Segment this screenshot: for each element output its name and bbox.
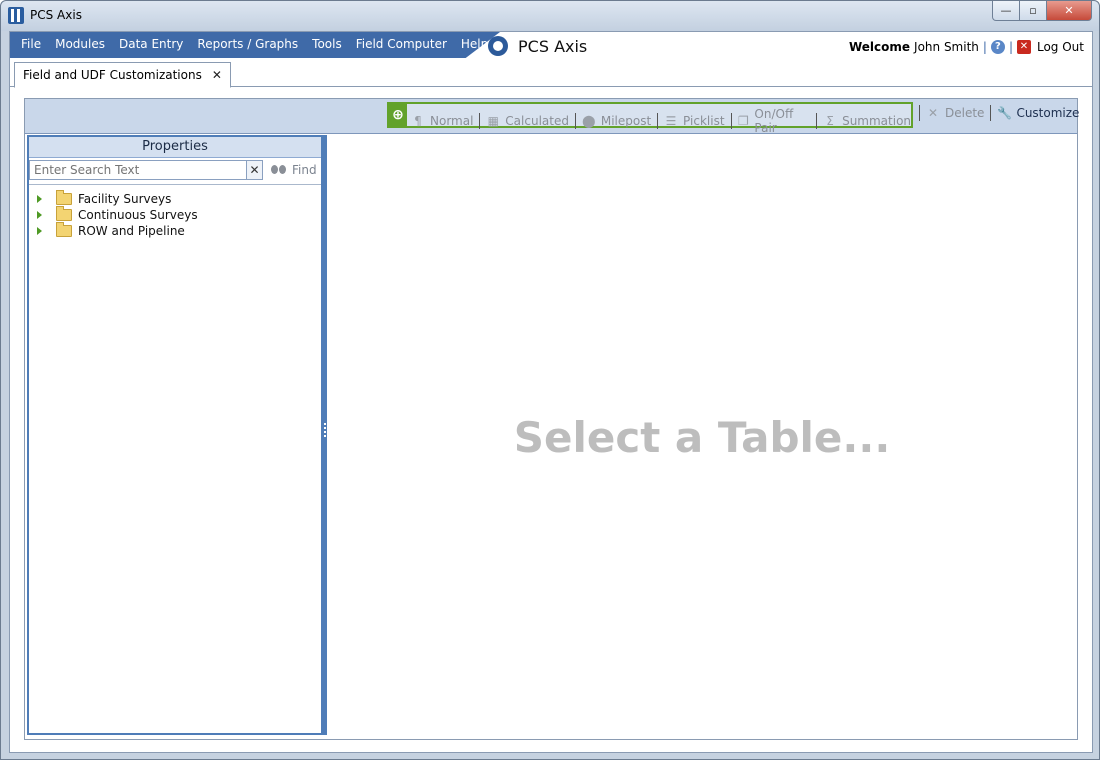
calculated-button[interactable]: ▦ Calculated xyxy=(486,114,569,128)
menu-modules[interactable]: Modules xyxy=(48,37,112,51)
customize-label: Customize xyxy=(1016,106,1080,120)
folder-icon xyxy=(56,206,72,221)
on-off-pair-button[interactable]: ❐ On/Off Pair xyxy=(737,107,810,135)
menu-data-entry[interactable]: Data Entry xyxy=(112,37,190,51)
logout-link[interactable]: Log Out xyxy=(1037,40,1084,54)
picklist-label: Picklist xyxy=(683,114,725,128)
title-bar[interactable]: PCS Axis — ▫ ✕ xyxy=(1,1,1099,31)
menu-field-computer[interactable]: Field Computer xyxy=(349,37,454,51)
pcs-logo-icon xyxy=(488,36,508,56)
milepost-button[interactable]: ⬤ Milepost xyxy=(582,114,651,128)
minimize-button[interactable]: — xyxy=(992,1,1020,21)
user-area: Welcome John Smith | ? | ✕ Log Out xyxy=(849,40,1084,54)
app-window: PCS Axis — ▫ ✕ File Modules Data Entry R… xyxy=(0,0,1100,760)
toolbar-separator xyxy=(990,105,992,121)
toolbar-separator xyxy=(657,113,659,129)
add-field-group: ⊕ ¶ Normal ▦ Calculated ⬤ Milepost ☰ Pic… xyxy=(387,102,913,135)
main-menu: File Modules Data Entry Reports / Graphs… xyxy=(14,37,495,51)
picklist-icon: ☰ xyxy=(665,114,677,128)
menu-file[interactable]: File xyxy=(14,37,48,51)
tab-label: Field and UDF Customizations xyxy=(23,68,202,82)
expand-arrow-icon[interactable] xyxy=(37,227,42,235)
calculated-label: Calculated xyxy=(505,114,569,128)
search-row: ✕ Find xyxy=(29,158,321,185)
toolbar-separator xyxy=(816,113,818,129)
normal-button[interactable]: ¶ Normal xyxy=(411,114,473,128)
milepost-label: Milepost xyxy=(600,114,652,128)
sigma-icon: Σ xyxy=(826,114,834,128)
normal-label: Normal xyxy=(430,114,474,128)
client-area: File Modules Data Entry Reports / Graphs… xyxy=(9,31,1093,753)
separator: | xyxy=(982,40,987,54)
map-pin-icon: ⬤ xyxy=(582,114,596,128)
brand: PCS Axis xyxy=(488,36,587,56)
properties-header: Properties xyxy=(29,137,321,158)
delete-label: Delete xyxy=(945,106,985,120)
folder-icon xyxy=(56,190,72,205)
plus-circle-icon[interactable]: ⊕ xyxy=(389,104,407,126)
summation-button[interactable]: Σ Summation xyxy=(823,114,911,128)
tree-item-facility-surveys[interactable]: Facility Surveys xyxy=(37,190,198,207)
tree-item-label: Continuous Surveys xyxy=(78,208,198,222)
tree-item-label: Facility Surveys xyxy=(78,192,172,206)
tree-item-row-and-pipeline[interactable]: ROW and Pipeline xyxy=(37,222,198,239)
separator: | xyxy=(1008,40,1013,54)
window-title: PCS Axis xyxy=(30,8,82,22)
on-off-pair-label: On/Off Pair xyxy=(754,107,794,135)
help-icon[interactable]: ? xyxy=(990,40,1005,54)
tree-item-label: ROW and Pipeline xyxy=(78,224,185,238)
welcome-label: Welcome xyxy=(848,40,911,54)
document-tabs: Field and UDF Customizations ✕ xyxy=(10,58,1092,88)
customization-workspace: ⊕ ¶ Normal ▦ Calculated ⬤ Milepost ☰ Pic… xyxy=(24,98,1079,740)
user-name: John Smith xyxy=(914,40,979,54)
customize-button[interactable]: 🔧 Customize xyxy=(997,106,1079,120)
folder-icon xyxy=(56,222,72,237)
brand-name: PCS Axis xyxy=(518,36,588,56)
toolbar-separator xyxy=(730,113,732,129)
field-type-buttons: ¶ Normal ▦ Calculated ⬤ Milepost ☰ Pickl… xyxy=(411,107,911,135)
on-off-pair-icon: ❐ xyxy=(738,114,749,128)
summation-label: Summation xyxy=(842,114,912,128)
wrench-icon: 🔧 xyxy=(996,106,1012,120)
select-table-placeholder: Select a Table... xyxy=(513,413,891,462)
find-label: Find xyxy=(292,163,317,177)
search-input[interactable] xyxy=(29,160,247,180)
table-view-pane: Select a Table... xyxy=(327,135,1077,739)
toolbar-actions: ✕ Delete 🔧 Customize xyxy=(919,105,1079,121)
find-button[interactable]: Find xyxy=(271,163,317,177)
toolbar-separator xyxy=(479,113,481,129)
toolbar-separator xyxy=(574,113,576,129)
logout-icon[interactable]: ✕ xyxy=(1016,40,1031,54)
binoculars-icon xyxy=(271,165,287,175)
expand-arrow-icon[interactable] xyxy=(37,195,42,203)
window-controls: — ▫ ✕ xyxy=(992,1,1092,21)
menu-reports-graphs[interactable]: Reports / Graphs xyxy=(190,37,305,51)
calculator-icon: ▦ xyxy=(487,114,499,128)
properties-panel: Properties ✕ Find Facility Surveys xyxy=(27,135,323,735)
close-window-button[interactable]: ✕ xyxy=(1047,1,1092,21)
app-icon xyxy=(8,7,24,24)
toolbar-separator xyxy=(919,105,920,121)
expand-arrow-icon[interactable] xyxy=(37,211,42,219)
tab-field-udf-customizations[interactable]: Field and UDF Customizations ✕ xyxy=(14,62,231,88)
menu-bar: File Modules Data Entry Reports / Graphs… xyxy=(10,32,1092,58)
tree-item-continuous-surveys[interactable]: Continuous Surveys xyxy=(37,206,198,223)
normal-field-icon: ¶ xyxy=(414,114,422,128)
toolbar: ⊕ ¶ Normal ▦ Calculated ⬤ Milepost ☰ Pic… xyxy=(25,99,1079,135)
picklist-button[interactable]: ☰ Picklist xyxy=(664,114,725,128)
maximize-button[interactable]: ▫ xyxy=(1020,1,1047,21)
delete-button[interactable]: ✕ Delete xyxy=(926,106,984,120)
tab-close-icon[interactable]: ✕ xyxy=(212,68,222,82)
menu-tools[interactable]: Tools xyxy=(305,37,349,51)
delete-icon: ✕ xyxy=(927,106,939,120)
properties-tree: Facility Surveys Continuous Surveys ROW … xyxy=(37,190,198,239)
clear-search-icon[interactable]: ✕ xyxy=(247,160,263,180)
